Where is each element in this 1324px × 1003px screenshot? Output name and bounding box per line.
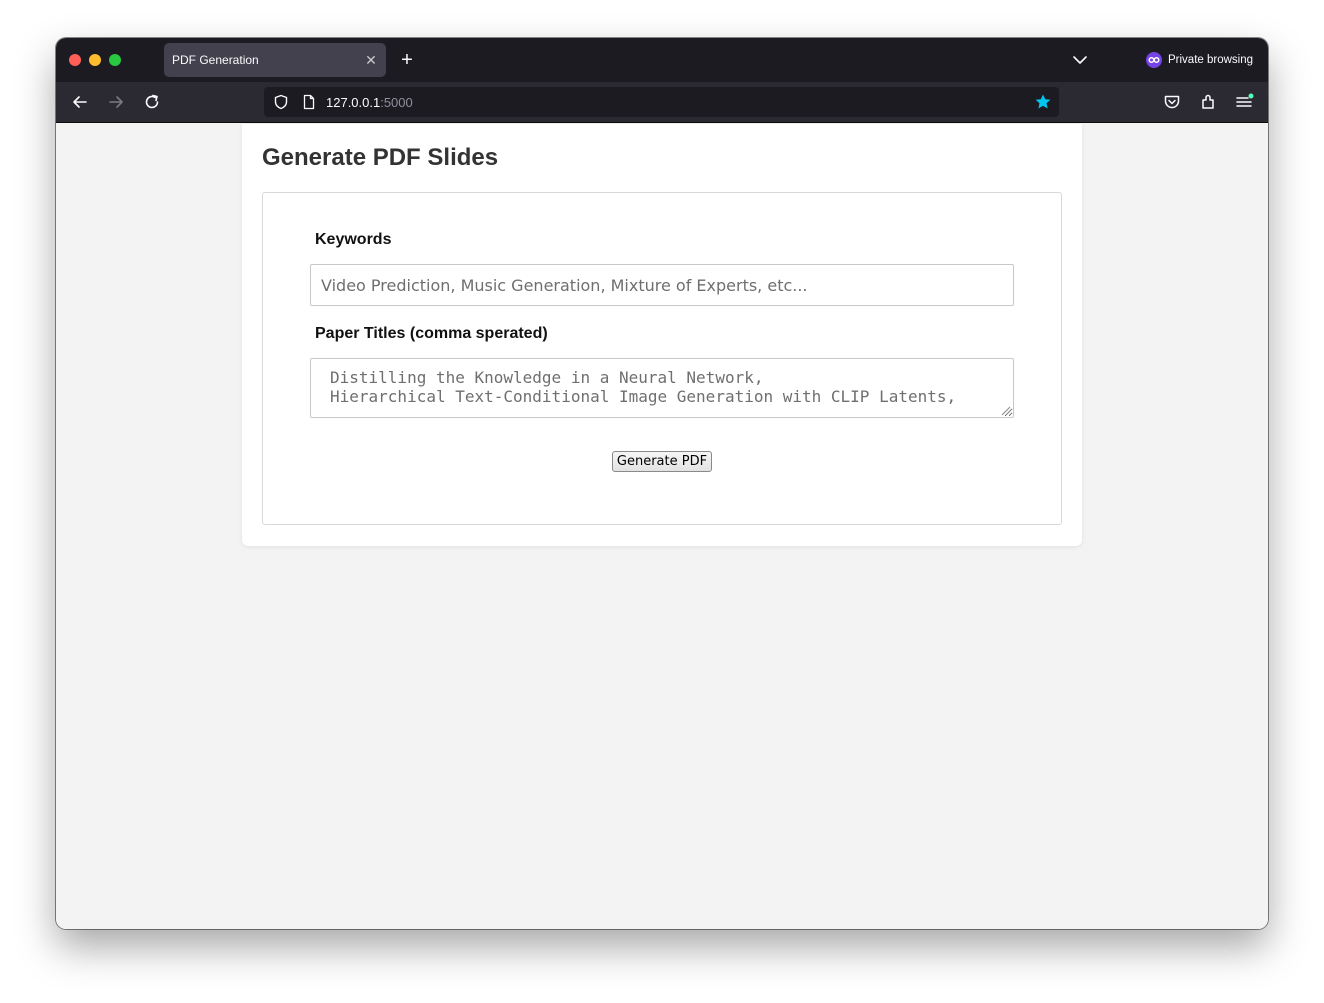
url-text[interactable]: 127.0.0.1:5000 — [326, 95, 413, 110]
star-icon[interactable] — [1034, 93, 1052, 111]
url-host: 127.0.0.1 — [326, 95, 381, 110]
tab-pdf-generation[interactable]: PDF Generation ✕ — [164, 43, 386, 77]
navigation-toolbar: 127.0.0.1:5000 — [56, 82, 1268, 123]
close-tab-icon[interactable]: ✕ — [362, 51, 380, 69]
private-mask-icon — [1146, 52, 1162, 68]
close-window-button[interactable] — [69, 54, 81, 66]
page-icon[interactable] — [302, 94, 316, 110]
form-fieldset: Keywords Paper Titles (comma sperated) G… — [262, 192, 1062, 525]
minimize-window-button[interactable] — [89, 54, 101, 66]
form-card: Generate PDF Slides Keywords Paper Title… — [242, 124, 1082, 546]
browser-window: PDF Generation ✕ + Private browsing 127.… — [56, 38, 1268, 929]
page-title: Generate PDF Slides — [262, 144, 499, 171]
menu-icon[interactable] — [1234, 92, 1254, 112]
generate-pdf-button[interactable]: Generate PDF — [612, 451, 712, 472]
keywords-input[interactable] — [310, 264, 1014, 306]
paper-titles-textarea[interactable] — [310, 358, 1014, 418]
extensions-icon[interactable] — [1198, 92, 1218, 112]
tab-list-icon[interactable] — [1070, 51, 1090, 69]
page-viewport: Generate PDF Slides Keywords Paper Title… — [56, 124, 1268, 929]
url-port: :5000 — [380, 95, 413, 110]
new-tab-button[interactable]: + — [396, 49, 418, 71]
zoom-window-button[interactable] — [109, 54, 121, 66]
back-icon[interactable] — [70, 92, 90, 112]
tab-title: PDF Generation — [172, 53, 259, 67]
url-bar[interactable]: 127.0.0.1:5000 — [264, 87, 1059, 117]
tab-bar: PDF Generation ✕ + Private browsing — [56, 38, 1268, 82]
reload-icon[interactable] — [142, 92, 162, 112]
keywords-label: Keywords — [315, 231, 392, 248]
private-browsing-label: Private browsing — [1168, 54, 1254, 66]
forward-icon[interactable] — [106, 92, 126, 112]
shield-icon[interactable] — [273, 94, 289, 110]
paper-titles-label: Paper Titles (comma sperated) — [315, 325, 548, 342]
private-browsing-indicator: Private browsing — [1146, 50, 1253, 70]
pocket-icon[interactable] — [1162, 92, 1182, 112]
